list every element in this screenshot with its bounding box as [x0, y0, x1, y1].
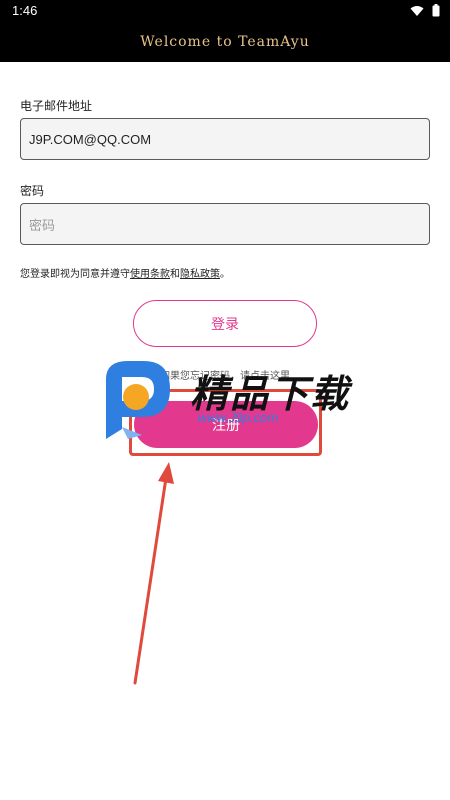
- privacy-policy-link[interactable]: 隐私政策: [180, 269, 220, 280]
- email-label: 电子邮件地址: [20, 99, 93, 113]
- highlight-box: [129, 389, 322, 456]
- terms-prefix: 您登录即视为同意并遵守: [20, 269, 130, 280]
- wifi-icon: [410, 5, 424, 16]
- page-title: Welcome to TeamAyu: [140, 34, 310, 50]
- password-field[interactable]: 密码: [20, 203, 430, 245]
- app-header: Welcome to TeamAyu: [0, 22, 450, 62]
- terms-text: 您登录即视为同意并遵守使用条款和隐私政策。: [20, 265, 230, 280]
- terms-and: 和: [170, 269, 180, 280]
- status-time: 1:46: [12, 3, 38, 18]
- terms-suffix: 。: [220, 269, 230, 280]
- battery-icon: [432, 4, 440, 17]
- password-label: 密码: [20, 184, 45, 198]
- status-icons: [410, 4, 440, 17]
- terms-of-use-link[interactable]: 使用条款: [130, 269, 170, 280]
- email-field[interactable]: J9P.COM@QQ.COM: [20, 118, 430, 160]
- status-bar: 1:46: [0, 0, 450, 22]
- login-button[interactable]: 登录: [133, 300, 317, 347]
- forgot-password-link[interactable]: 如果您忘记密码，请点击这里: [160, 367, 290, 382]
